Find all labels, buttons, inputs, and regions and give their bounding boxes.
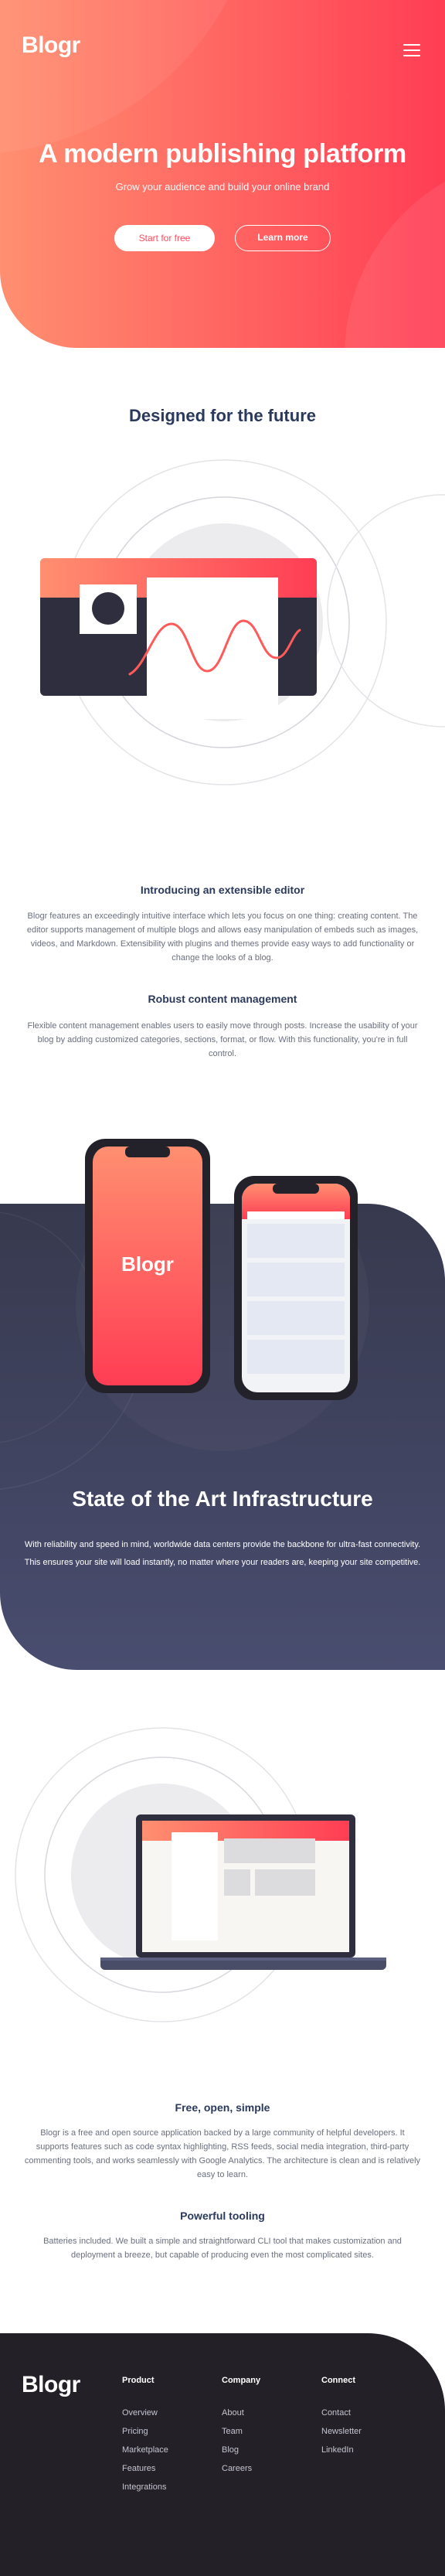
editor-illustration [40,459,445,785]
footer-column-title: Connect [321,2376,355,2385]
hero-section: Blogr A modern publishing platform Grow … [0,0,445,348]
feature-heading: Introducing an extensible editor [140,884,305,896]
footer-column-company: Company About Team Blog Careers [222,2376,260,2482]
feature-heading: Robust content management [148,993,297,1005]
footer-link[interactable]: Overview [122,2408,168,2418]
phone-logo: Blogr [121,1252,174,1276]
footer-link[interactable]: Blog [222,2445,260,2455]
menu-bar [403,44,420,46]
menu-bar [403,49,420,51]
infra-text: With reliability and speed in mind, worl… [24,1540,421,1567]
footer-link[interactable]: Pricing [122,2427,168,2436]
hamburger-menu-icon[interactable] [403,44,420,56]
feature-text: Blogr is a free and open source applicat… [24,2128,421,2179]
footer-column-title: Product [122,2376,155,2385]
footer-link[interactable]: LinkedIn [321,2445,362,2455]
footer: Blogr Product Overview Pricing Marketpla… [0,2333,445,2576]
hero-title: A modern publishing platform [39,139,406,169]
footer-column-product: Product Overview Pricing Marketplace Fea… [122,2376,168,2501]
footer-link[interactable]: Careers [222,2464,260,2473]
start-for-free-button[interactable]: Start for free [114,225,215,251]
footer-link[interactable]: Team [222,2427,260,2436]
phones-illustration [85,1139,358,1400]
learn-more-button[interactable]: Learn more [235,225,331,251]
section-title: Designed for the future [128,406,316,425]
laptop-illustration [15,1727,386,2022]
footer-link[interactable]: About [222,2408,260,2418]
footer-logo[interactable]: Blogr [22,2372,80,2398]
footer-link[interactable]: Marketplace [122,2445,168,2455]
footer-column-title: Company [222,2376,261,2385]
logo[interactable]: Blogr [22,32,80,59]
footer-link[interactable]: Contact [321,2408,362,2418]
feature-text: Blogr features an exceedingly intuitive … [26,911,419,963]
footer-link[interactable]: Integrations [122,2482,168,2492]
feature-text: Flexible content management enables user… [27,1021,418,1058]
feature-heading: Powerful tooling [180,2210,265,2222]
infra-title: State of the Art Infrastructure [72,1487,373,1511]
feature-text: Batteries included. We built a simple an… [43,2237,402,2260]
menu-bar [403,55,420,56]
footer-link[interactable]: Newsletter [321,2427,362,2436]
footer-link[interactable]: Features [122,2464,168,2473]
feature-heading: Free, open, simple [175,2101,270,2114]
footer-column-connect: Connect Contact Newsletter LinkedIn [321,2376,362,2464]
hero-subtitle: Grow your audience and build your online… [115,181,330,193]
